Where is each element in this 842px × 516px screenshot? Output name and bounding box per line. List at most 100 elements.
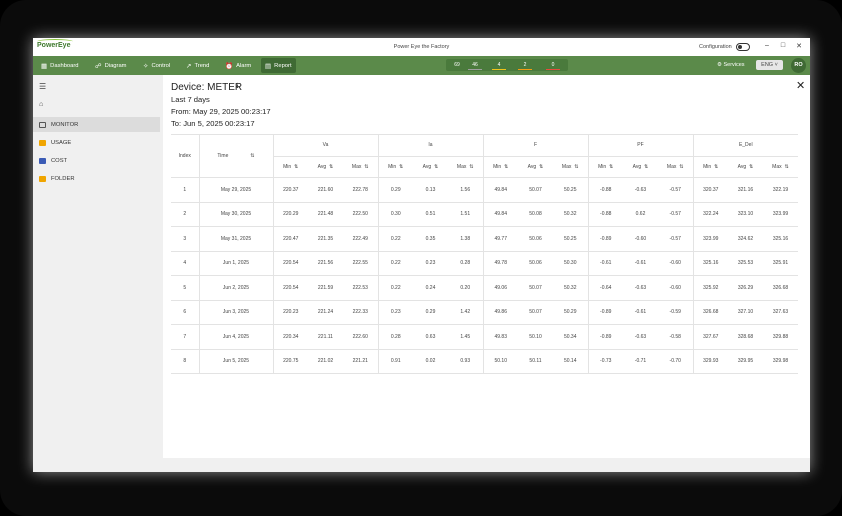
cell-value: 1.38 [448,226,483,252]
sidebar-item-cost[interactable]: COST [33,153,160,168]
cell-value: 323.99 [692,226,728,252]
to-date: To: Jun 5, 2025 00:23:17 [171,119,255,128]
language-select[interactable]: ENG ˅ [756,60,783,70]
sort-icon[interactable]: ⇅ [250,153,254,159]
column-header-min[interactable]: Min ⇅ [482,155,518,178]
cell-value: 222.53 [343,275,378,301]
sidebar-item-label: USAGE [51,139,72,146]
info-icon[interactable]: ℹ [236,82,239,90]
table-row[interactable]: 1 May 29, 2025 220.37 221.60 222.78 0.29 0.13 1… [171,177,798,203]
column-header-avg[interactable]: Avg ⇅ [623,155,658,178]
cell-value: 320.37 [692,177,728,203]
sort-icon[interactable]: ⇅ [574,164,578,170]
counter-value: 4 [497,61,501,68]
table-row[interactable]: 2 May 30, 2025 220.29 221.48 222.50 0.30 0.51 1… [171,201,798,227]
column-header-min[interactable]: Min ⇅ [692,155,728,178]
table-row[interactable]: 4 Jun 1, 2025 220.54 221.56 222.55 0.22 0.23 0.… [171,250,798,276]
nav-control[interactable]: ✧ Control [139,58,174,73]
configuration-toggle[interactable] [736,43,750,51]
title-bar: PowerEye Power Eye the Factory Configura… [33,38,810,56]
maximize-icon[interactable]: □ [777,42,789,49]
column-header-avg[interactable]: Avg ⇅ [308,155,343,178]
range-label: Last 7 days [171,95,210,104]
nav-label: Control [151,62,171,69]
column-header-avg[interactable]: Avg ⇅ [728,155,763,178]
nav-diagram[interactable]: ☍ Diagram [91,58,131,73]
menu-icon[interactable]: ☰ [39,82,46,91]
nav-report[interactable]: ▤ Report [261,58,296,73]
column-header-max[interactable]: Max ⇅ [763,155,798,178]
nav-label: Dashboard [50,62,79,69]
cell-value: 50.25 [553,177,588,203]
cell-value: 221.60 [308,177,343,203]
status-counters[interactable]: 69 46 4 2 0 [446,59,568,71]
sort-icon[interactable]: ⇅ [329,164,333,170]
close-icon[interactable]: ✕ [796,79,805,92]
sort-icon[interactable]: ⇅ [609,164,613,170]
column-header-max[interactable]: Max ⇅ [553,155,588,178]
column-header-min[interactable]: Min ⇅ [587,155,623,178]
cell-value: 49.84 [482,201,518,227]
cell-value: 325.53 [728,250,763,276]
column-header-max[interactable]: Max ⇅ [658,155,693,178]
sort-icon[interactable]: ⇅ [539,164,543,170]
sort-icon[interactable]: ⇅ [399,164,403,170]
column-header-avg[interactable]: Avg ⇅ [413,155,448,178]
column-header-min[interactable]: Min ⇅ [377,155,413,178]
cell-value: 325.16 [692,250,728,276]
column-header-label: Avg [422,163,432,170]
cell-time: May 29, 2025 [198,177,273,203]
table-row[interactable]: 6 Jun 3, 2025 220.23 221.24 222.33 0.23 0.29 1.… [171,299,798,325]
table-row[interactable]: 7 Jun 4, 2025 220.34 221.11 222.60 0.28 0.63 1.… [171,324,798,350]
sort-icon[interactable]: ⇅ [364,164,368,170]
column-group-header: E_Del [692,134,798,157]
sort-icon[interactable]: ⇅ [434,164,438,170]
cell-value: 0.02 [413,348,448,374]
cell-value: 220.47 [272,226,308,252]
sort-icon[interactable]: ⇅ [504,164,508,170]
sort-icon[interactable]: ⇅ [644,164,648,170]
window-close-icon[interactable]: ✕ [793,42,805,50]
table-row[interactable]: 3 May 31, 2025 220.47 221.35 222.49 0.22 0.35 1… [171,226,798,252]
home-icon[interactable]: ⌂ [39,101,43,108]
cell-value: 222.33 [343,299,378,325]
nav-trend[interactable]: ↗ Trend [182,58,213,73]
column-header-time[interactable]: Time ⇅ [198,134,273,178]
cell-value: 0.51 [413,201,448,227]
nav-alarm[interactable]: ⏰ Alarm [221,58,255,73]
counter-bar [492,68,506,70]
column-header-max[interactable]: Max ⇅ [448,155,483,178]
cell-index: 2 [171,201,199,227]
column-header-label: Avg [317,163,327,170]
user-avatar[interactable]: RO [791,58,806,73]
cell-index: 7 [171,324,199,350]
column-header-label: Max [456,163,467,170]
report-table-container[interactable]: Index Time ⇅ Va Ia F PF E_Del Min ⇅ Avg ⇅ Max ⇅ Min ⇅ A… [171,134,803,378]
column-header-max[interactable]: Max ⇅ [343,155,378,178]
cell-time: Jun 1, 2025 [198,250,273,276]
status-counter-online: 46 [466,62,484,70]
minimize-icon[interactable]: – [761,42,773,49]
column-header-avg[interactable]: Avg ⇅ [518,155,553,178]
cell-value: -0.89 [587,226,623,252]
services-button[interactable]: ⚙ Services [717,62,745,68]
cell-value: 327.63 [763,299,798,325]
cell-value: 221.59 [308,275,343,301]
table-row[interactable]: 5 Jun 2, 2025 220.54 221.59 222.53 0.22 0.24 0.… [171,275,798,301]
sidebar-item-label: MONITOR [51,121,79,128]
cell-value: 220.34 [272,324,308,350]
sort-icon[interactable]: ⇅ [749,164,753,170]
sort-icon[interactable]: ⇅ [469,164,473,170]
column-header-min[interactable]: Min ⇅ [272,155,308,178]
sort-icon[interactable]: ⇅ [679,164,683,170]
table-row[interactable]: 8 Jun 5, 2025 220.75 221.02 221.21 0.91 0.02 0.… [171,348,798,374]
sidebar-item-monitor[interactable]: MONITOR [33,117,160,132]
cell-value: 0.20 [448,275,483,301]
sidebar-item-usage[interactable]: USAGE [33,135,160,150]
sort-icon[interactable]: ⇅ [294,164,298,170]
sidebar-item-folder[interactable]: FOLDER [33,171,160,186]
sort-icon[interactable]: ⇅ [714,164,718,170]
column-header-label: Min [388,163,397,170]
nav-dashboard[interactable]: ▦ Dashboard [37,58,83,73]
sort-icon[interactable]: ⇅ [785,164,789,170]
